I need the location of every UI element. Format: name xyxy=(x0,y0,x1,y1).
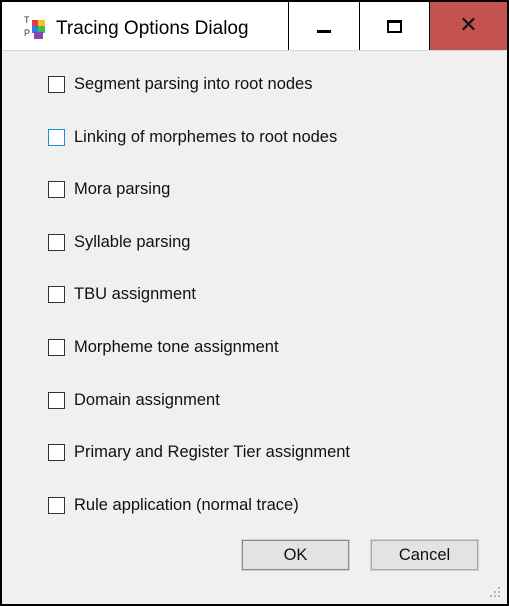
close-icon: ✕ xyxy=(459,13,478,38)
minimize-button[interactable] xyxy=(288,2,359,50)
option-label: Linking of morphemes to root nodes xyxy=(74,127,338,146)
minimize-icon xyxy=(317,29,331,33)
resize-grip-icon[interactable] xyxy=(489,586,501,598)
option-row[interactable]: Segment parsing into root nodes xyxy=(48,73,313,95)
option-label: Mora parsing xyxy=(74,179,171,198)
option-checkbox[interactable] xyxy=(48,443,65,461)
close-button[interactable]: ✕ xyxy=(429,2,507,50)
dialog-window: T P Tracing Options Dialog ✕ Segment par… xyxy=(0,0,509,606)
option-checkbox[interactable] xyxy=(48,391,65,409)
option-label: TBU assignment xyxy=(74,284,196,303)
maximize-icon xyxy=(387,19,402,33)
option-row[interactable]: Primary and Register Tier assignment xyxy=(48,441,350,463)
option-checkbox[interactable] xyxy=(48,285,65,303)
option-checkbox[interactable] xyxy=(48,75,65,93)
option-checkbox[interactable] xyxy=(48,128,65,146)
option-checkbox[interactable] xyxy=(48,233,65,251)
option-label: Primary and Register Tier assignment xyxy=(74,442,351,461)
option-checkbox[interactable] xyxy=(48,338,65,356)
option-row[interactable]: Domain assignment xyxy=(48,389,220,411)
title-bar[interactable]: T P Tracing Options Dialog ✕ xyxy=(2,2,507,51)
cancel-button[interactable]: Cancel xyxy=(370,539,479,571)
option-checkbox[interactable] xyxy=(48,496,65,514)
option-row[interactable]: Morpheme tone assignment xyxy=(48,336,279,358)
option-row[interactable]: Rule application (normal trace) xyxy=(48,494,299,516)
option-row[interactable]: TBU assignment xyxy=(48,283,196,305)
option-label: Segment parsing into root nodes xyxy=(74,74,313,93)
ok-button[interactable]: OK xyxy=(241,539,350,571)
option-checkbox[interactable] xyxy=(48,180,65,198)
svg-text:P: P xyxy=(24,28,30,38)
maximize-button[interactable] xyxy=(359,2,429,50)
option-label: Domain assignment xyxy=(74,390,220,409)
option-label: Morpheme tone assignment xyxy=(74,337,279,356)
option-label: Rule application (normal trace) xyxy=(74,495,299,514)
svg-text:T: T xyxy=(24,15,30,25)
tp-app-icon: T P xyxy=(24,15,45,39)
option-row[interactable]: Mora parsing xyxy=(48,178,170,200)
option-row[interactable]: Syllable parsing xyxy=(48,231,190,253)
window-title: Tracing Options Dialog xyxy=(56,18,249,39)
option-label: Syllable parsing xyxy=(74,232,191,251)
option-row[interactable]: Linking of morphemes to root nodes xyxy=(48,126,337,148)
